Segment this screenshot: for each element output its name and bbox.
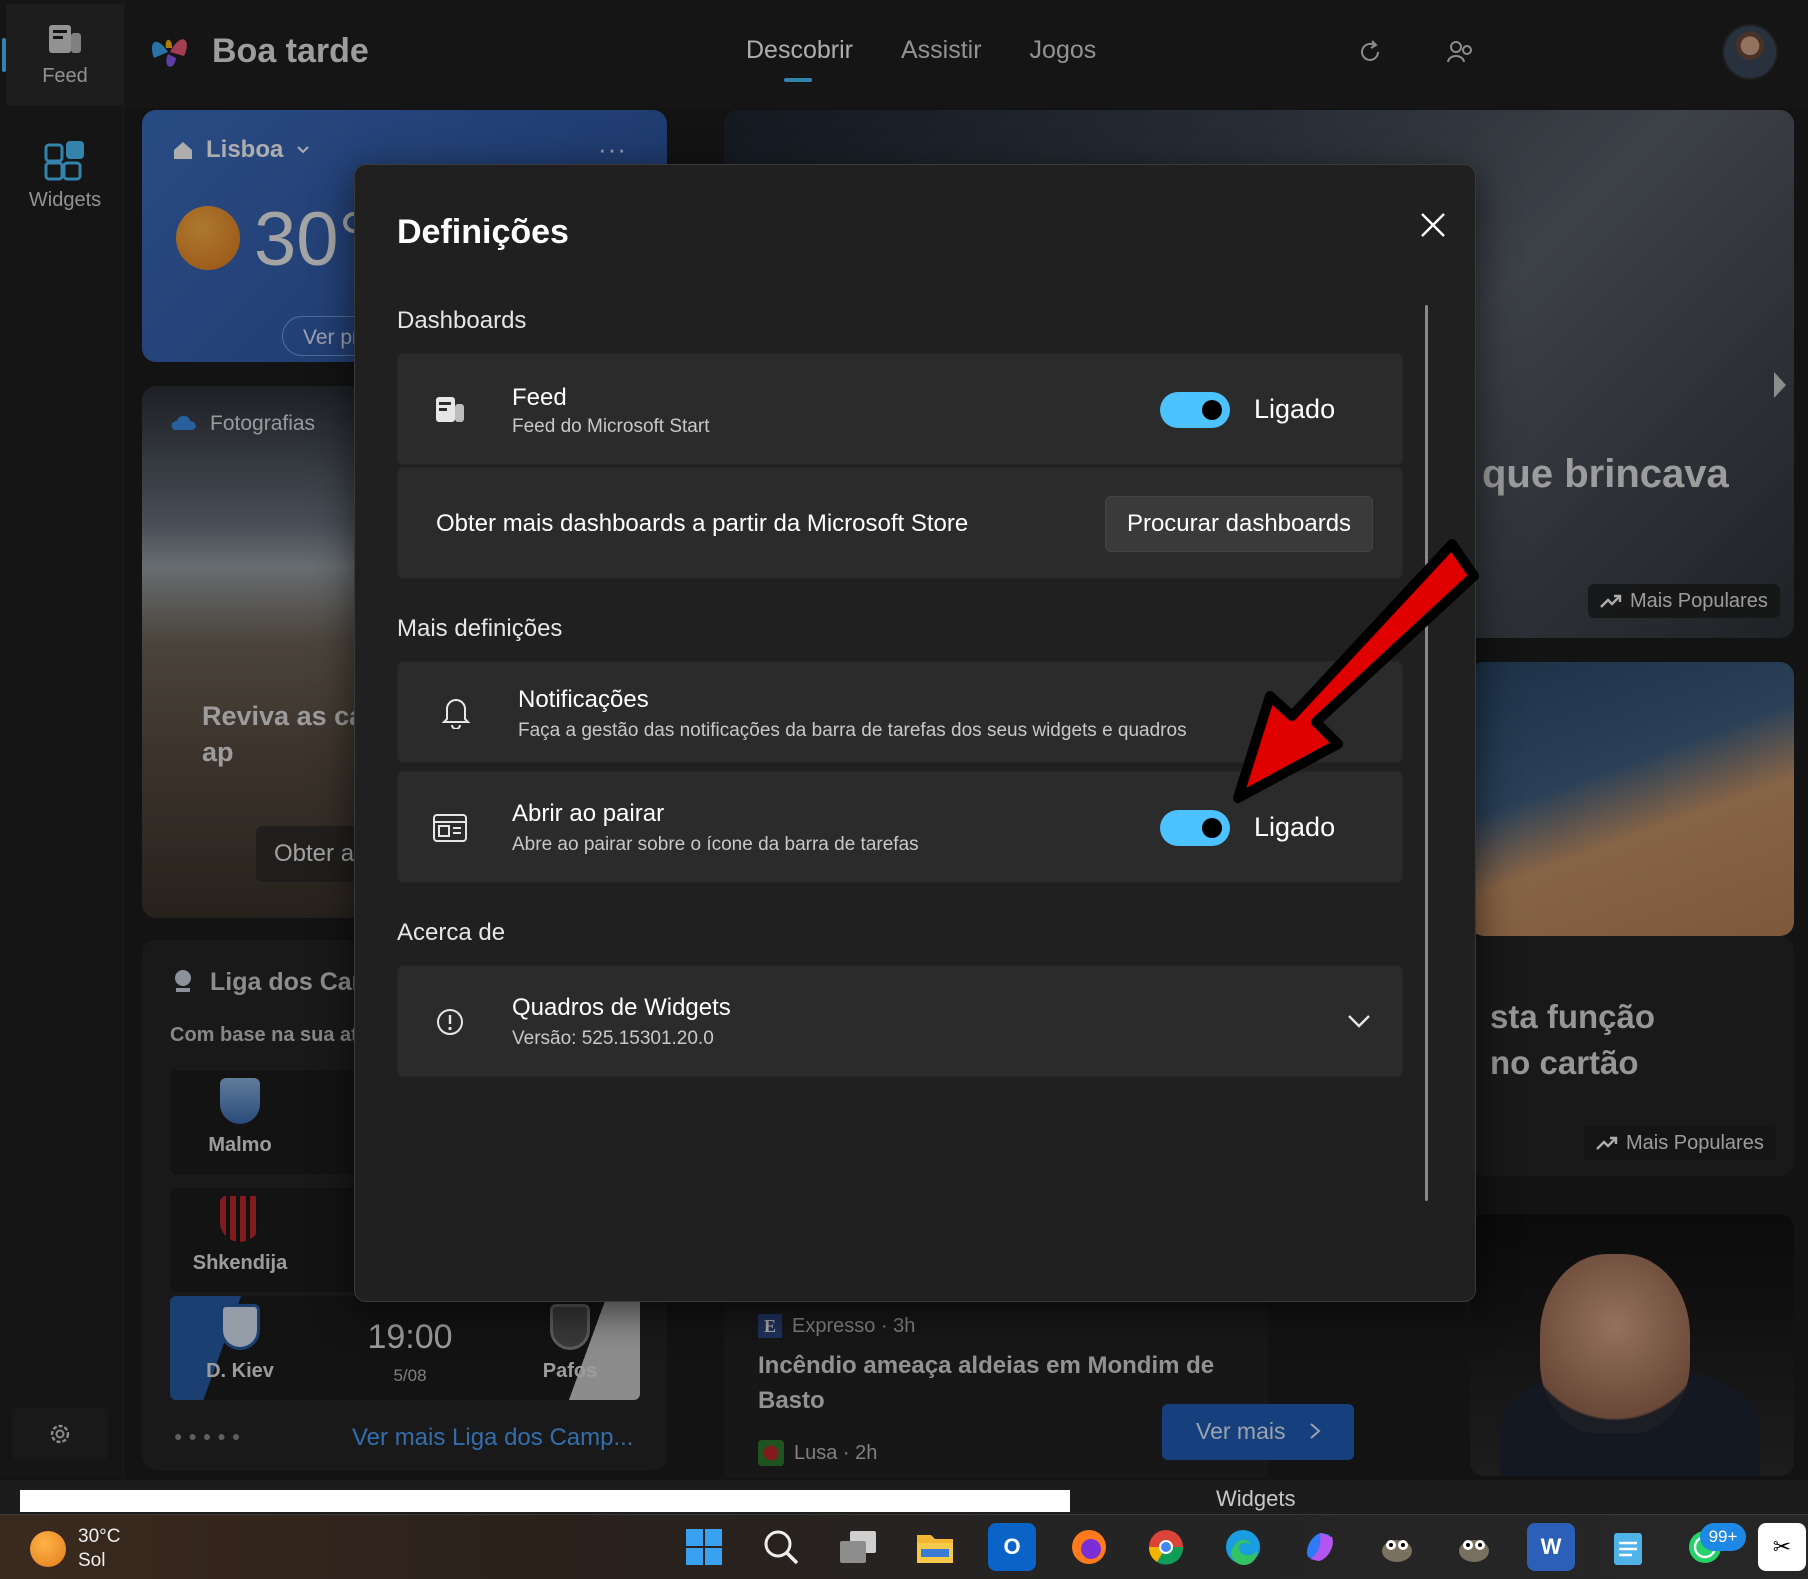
- feed-setting-row: Feed Feed do Microsoft Start Ligado: [397, 353, 1403, 465]
- notification-badge: 99+: [1700, 1523, 1746, 1551]
- feed-toggle[interactable]: [1160, 392, 1230, 428]
- feed-icon: [432, 392, 468, 428]
- hover-toggle-state: Ligado: [1254, 812, 1336, 842]
- sun-icon: [30, 1531, 66, 1567]
- taskbar-weather-desc: Sol: [78, 1550, 106, 1571]
- firefox-icon[interactable]: [1065, 1523, 1113, 1571]
- notepad-icon[interactable]: [1604, 1523, 1652, 1571]
- about-row[interactable]: Quadros de Widgets Versão: 525.15301.20.…: [397, 965, 1403, 1077]
- hover-setting-title: Abrir ao pairar: [512, 800, 665, 827]
- capcut-icon[interactable]: ✂: [1758, 1523, 1806, 1571]
- taskbar-weather[interactable]: 30°C Sol: [30, 1525, 120, 1573]
- feed-setting-title: Feed: [512, 384, 567, 411]
- widgets-hover-label: Widgets: [1216, 1486, 1296, 1511]
- taskbar-weather-text: 30°C Sol: [78, 1525, 120, 1573]
- feed-toggle-state: Ligado: [1254, 394, 1336, 424]
- about-version: Versão: 525.15301.20.0: [512, 1028, 714, 1049]
- notifications-subtitle: Faça a gestão das notificações da barra …: [518, 720, 1187, 741]
- section-about: Acerca de: [397, 919, 506, 946]
- widgets-board: Feed Widgets Boa tarde Descobrir Assisti…: [0, 0, 1808, 1579]
- dialog-title: Definições: [397, 213, 569, 251]
- notifications-title: Notificações: [518, 686, 649, 713]
- gimp-icon[interactable]: [1450, 1523, 1498, 1571]
- about-title: Quadros de Widgets: [512, 994, 731, 1021]
- gimp-icon[interactable]: [1373, 1523, 1421, 1571]
- task-view-icon[interactable]: [834, 1523, 882, 1571]
- taskbar-weather-temp: 30°C: [78, 1526, 121, 1547]
- info-icon: [432, 1004, 468, 1040]
- start-icon[interactable]: [680, 1523, 728, 1571]
- bell-icon: [438, 694, 474, 730]
- chevron-down-icon[interactable]: [1346, 1012, 1372, 1030]
- panel-icon: [432, 810, 468, 846]
- outlook-icon[interactable]: O: [988, 1523, 1036, 1571]
- hover-setting-subtitle: Abre ao pairar sobre o ícone da barra de…: [512, 834, 919, 855]
- annotation-arrow-icon: [1233, 539, 1479, 803]
- taskbar: 30°C Sol O W ✂ 99+: [0, 1514, 1808, 1579]
- chrome-icon[interactable]: [1142, 1523, 1190, 1571]
- close-button[interactable]: [1413, 205, 1453, 245]
- store-setting-text: Obter mais dashboards a partir da Micros…: [436, 510, 969, 537]
- close-icon: [1421, 213, 1445, 237]
- section-dashboards: Dashboards: [397, 307, 527, 334]
- tooltip-strip: [20, 1490, 1070, 1512]
- word-icon[interactable]: W: [1527, 1523, 1575, 1571]
- search-icon[interactable]: [757, 1523, 805, 1571]
- file-explorer-icon[interactable]: [911, 1523, 959, 1571]
- feed-setting-subtitle: Feed do Microsoft Start: [512, 416, 710, 437]
- section-more-settings: Mais definições: [397, 615, 563, 642]
- copilot-icon[interactable]: [1296, 1523, 1344, 1571]
- taskbar-apps: O W ✂: [680, 1523, 1806, 1571]
- edge-icon[interactable]: [1219, 1523, 1267, 1571]
